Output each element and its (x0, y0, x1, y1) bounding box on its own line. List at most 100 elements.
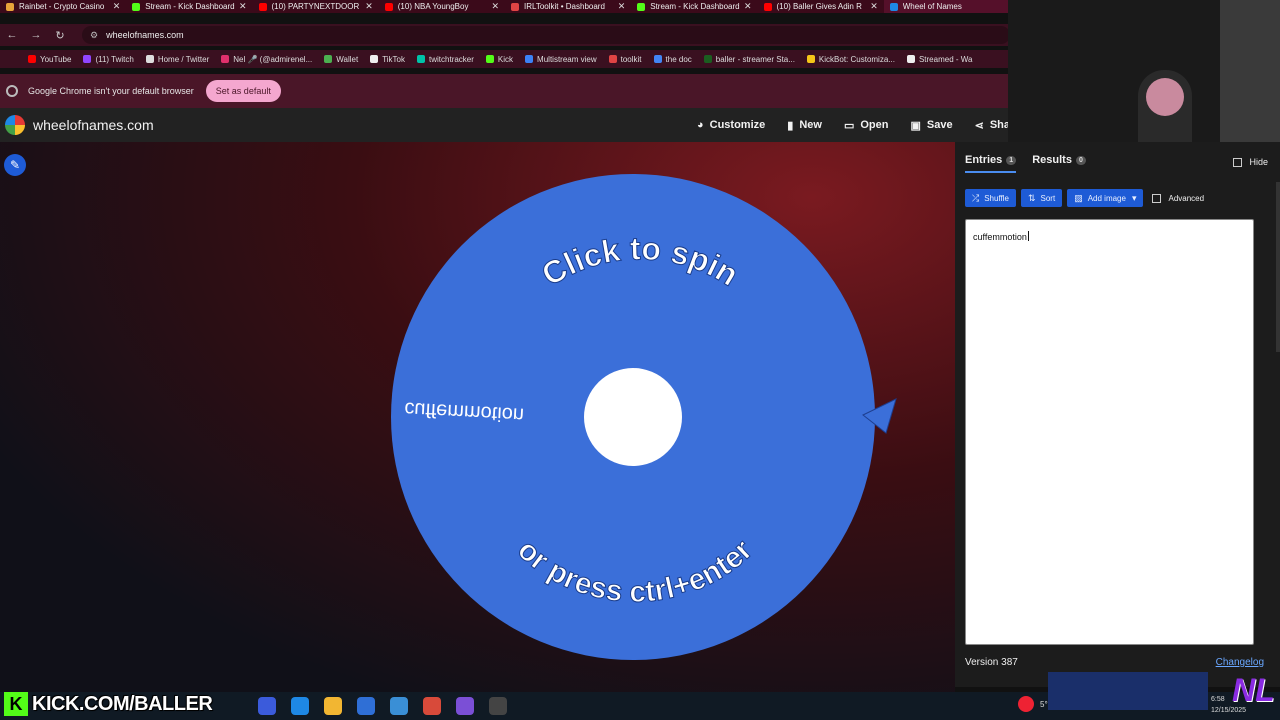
address-bar[interactable]: ⚙ wheelofnames.com (82, 26, 1010, 44)
copilot-icon[interactable] (258, 697, 276, 715)
bookmarks-bar: YouTube (11) Twitch Home / Twitter Nel 🎤… (0, 50, 1010, 68)
bookmark-item[interactable]: twitchtracker (417, 55, 474, 64)
chrome-icon (6, 85, 18, 97)
text-caret (1027, 231, 1029, 241)
close-icon[interactable]: ✕ (744, 1, 752, 12)
sort-button[interactable]: ⇅ Sort (1020, 189, 1063, 207)
wheel-center-hub[interactable] (584, 368, 682, 466)
screen: Rainbet - Crypto Casino ✕ Stream - Kick D… (0, 0, 1280, 720)
kick-channel-text: KICK.COM/BALLER (32, 692, 213, 715)
site-info-icon[interactable]: ⚙ (90, 30, 98, 41)
save-button[interactable]: ▣ Save (910, 119, 952, 132)
new-button[interactable]: ▮ New (787, 119, 822, 132)
wheel-logo-icon[interactable] (5, 115, 25, 135)
advanced-checkbox[interactable] (1152, 193, 1162, 203)
hide-checkbox[interactable] (1233, 157, 1243, 167)
bookmark-item[interactable]: YouTube (28, 55, 71, 64)
bookmark-label: the doc (665, 54, 692, 64)
bookmark-item[interactable]: Kick (485, 55, 513, 64)
customize-label: Customize (709, 119, 766, 131)
hide-toggle[interactable]: Hide (1233, 157, 1268, 167)
bookmark-item[interactable]: Home / Twitter (145, 54, 210, 64)
bookmark-label: Wallet (336, 54, 359, 64)
entries-count-badge: 1 (1006, 155, 1017, 165)
open-button[interactable]: ▭ Open (844, 119, 889, 132)
share-label: Sha (989, 119, 1010, 131)
tab-results[interactable]: Results 0 (1032, 154, 1086, 166)
tab-favicon-icon (763, 2, 772, 11)
results-count-badge: 0 (1075, 155, 1086, 165)
reload-icon[interactable]: ↻ (48, 29, 72, 42)
browser-tab[interactable]: (10) NBA YoungBoy ✕ (379, 0, 505, 13)
changelog-link[interactable]: Changelog (1216, 657, 1264, 668)
browser-tab[interactable]: Stream - Kick Dashboard ✕ (631, 0, 757, 13)
app-icon[interactable] (456, 697, 474, 715)
bookmark-label: baller - streamer Sta... (715, 54, 795, 64)
shuffle-button[interactable]: ⤮ Shuffle (965, 189, 1016, 207)
forward-icon[interactable]: → (24, 29, 48, 41)
bookmark-label: twitchtracker (429, 54, 474, 64)
browser-tab[interactable]: Stream - Kick Dashboard ✕ (126, 0, 252, 13)
page-scrollbar[interactable] (1276, 182, 1280, 352)
system-tray: 5° (1018, 696, 1048, 712)
store-icon[interactable] (357, 697, 375, 715)
entries-textarea[interactable]: cuffemmotion (965, 219, 1254, 645)
advanced-toggle[interactable]: Advanced (1152, 193, 1204, 203)
save-icon: ▣ (910, 119, 921, 132)
back-icon[interactable]: ← (0, 29, 24, 41)
edge-icon[interactable] (291, 697, 309, 715)
close-icon[interactable]: ✕ (239, 1, 247, 12)
share-button[interactable]: ⋖ Sha (975, 119, 1010, 132)
edit-pencil-icon[interactable]: ✎ (4, 154, 26, 176)
bookmark-item[interactable]: baller - streamer Sta... (703, 54, 795, 64)
site-header: wheelofnames.com ◕ Customize ▮ New ▭ Open ▣… (0, 108, 1010, 142)
close-icon[interactable]: ✕ (618, 1, 626, 12)
panel-tabs: Entries 1 Results 0 (955, 154, 1280, 178)
kick-branding-overlay: K KICK.COM/BALLER (0, 688, 213, 720)
browser-tab-active[interactable]: Wheel of Names (883, 0, 1010, 13)
close-icon[interactable]: ✕ (365, 1, 373, 12)
close-icon[interactable]: ✕ (870, 1, 878, 12)
customize-button[interactable]: ◕ Customize (697, 119, 765, 131)
file-explorer-icon[interactable] (324, 697, 342, 715)
set-as-default-button[interactable]: Set as default (205, 80, 281, 102)
chrome-taskbar-icon[interactable] (423, 697, 441, 715)
bookmark-icon (653, 55, 662, 63)
share-icon: ⋖ (974, 119, 984, 132)
bookmark-label: Home / Twitter (157, 54, 210, 64)
mail-icon[interactable] (390, 697, 408, 715)
obs-icon[interactable] (489, 697, 507, 715)
entries-panel: Entries 1 Results 0 Hide ⤮ Shuffle ⇅ Sort ▨ A… (955, 142, 1280, 687)
image-icon: ▨ (1074, 192, 1083, 203)
bookmark-item[interactable]: Multistream view (525, 55, 597, 64)
wheel[interactable]: Click to spin or press ctrl+enter cuffem… (380, 167, 900, 667)
wheel-stage: ✎ Click to spin or press ctrl+enter cuff… (0, 142, 955, 692)
bookmark-item[interactable]: Nel 🎤 (@admirenel... (221, 55, 312, 64)
bookmark-icon (370, 55, 379, 63)
tab-favicon-icon (511, 2, 519, 11)
weather-icon[interactable] (1018, 696, 1034, 712)
bookmark-item[interactable]: KickBot: Customiza... (806, 55, 895, 64)
close-icon[interactable]: ✕ (113, 1, 121, 12)
bookmark-item[interactable]: TikTok (370, 55, 405, 64)
tab-entries[interactable]: Entries 1 (965, 154, 1017, 173)
browser-tab-strip: Rainbet - Crypto Casino ✕ Stream - Kick D… (0, 0, 1010, 13)
browser-tab[interactable]: Rainbet - Crypto Casino ✕ (0, 0, 126, 13)
bookmark-item[interactable]: Streamed - Wa (906, 55, 972, 64)
tab-title: Stream - Kick Dashboard (650, 2, 740, 11)
browser-tab[interactable]: (10) Baller Gives Adin R ✕ (758, 0, 884, 13)
browser-tab[interactable]: (10) PARTYNEXTDOOR ✕ (253, 0, 379, 13)
webcam-background (1220, 0, 1280, 158)
browser-tab[interactable]: IRLToolkit • Dashboard ✕ (505, 0, 631, 13)
add-image-button[interactable]: ▨ Add image ▾ (1067, 189, 1144, 207)
close-icon[interactable]: ✕ (491, 1, 499, 12)
bookmark-item[interactable]: toolkit (608, 55, 642, 64)
bookmark-item[interactable]: the doc (653, 54, 692, 64)
tab-favicon-icon (6, 2, 14, 11)
bookmark-item[interactable]: (11) Twitch (83, 55, 134, 64)
bookmark-item[interactable]: Wallet (324, 55, 358, 64)
add-image-label: Add image (1087, 193, 1126, 203)
site-name[interactable]: wheelofnames.com (33, 117, 154, 133)
default-browser-infobar: Google Chrome isn't your default browser… (0, 74, 1010, 108)
save-label: Save (926, 119, 953, 131)
